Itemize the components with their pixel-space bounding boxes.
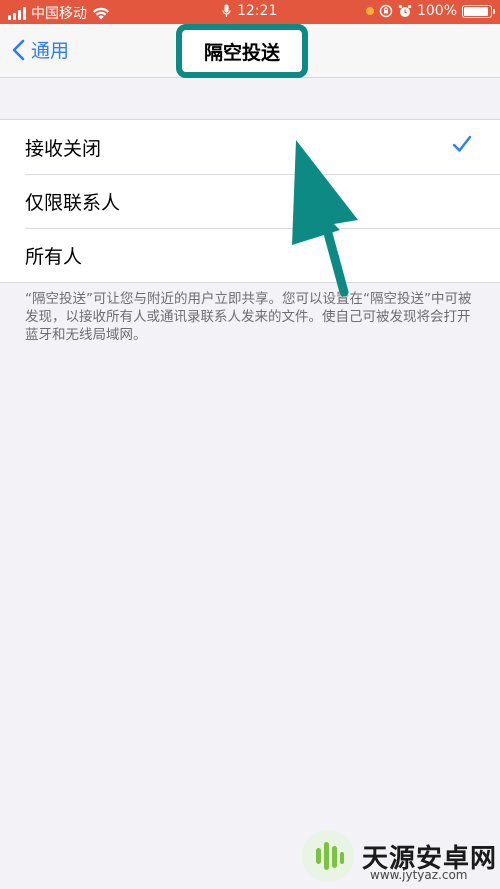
back-label: 通用 (31, 40, 70, 62)
watermark-logo-icon (302, 830, 354, 882)
wifi-icon (92, 7, 110, 19)
battery-percent: 100% (416, 3, 457, 19)
checkmark-icon (452, 135, 472, 152)
status-bar: 中国移动 12:21 100% (0, 0, 500, 24)
watermark-url: www.jytyaz.com (370, 868, 468, 882)
option-receiving-off[interactable]: 接收关闭 (0, 120, 500, 174)
watermark: 天源安卓网 www.jytyaz.com (300, 828, 497, 884)
option-contacts-only[interactable]: 仅限联系人 (0, 174, 500, 228)
carrier-label: 中国移动 (31, 6, 87, 22)
page-title: 隔空投送 (176, 24, 308, 78)
option-label: 接收关闭 (25, 137, 102, 160)
lock-rotation-icon (379, 4, 393, 18)
mic-icon (222, 4, 231, 17)
airdrop-options-list: 接收关闭 仅限联系人 所有人 (0, 119, 500, 283)
clock: 12:21 (237, 3, 278, 19)
airdrop-description: “隔空投送”可让您与附近的用户立即共享。您可以设置在“隔空投送”中可被发现，以接… (25, 291, 472, 343)
privacy-indicator-icon (365, 7, 374, 15)
annotation-arrow (292, 140, 358, 297)
signal-icon (8, 6, 26, 20)
status-left: 中国移动 (8, 3, 110, 23)
chevron-left-icon (12, 39, 25, 60)
back-button[interactable]: 通用 (12, 36, 69, 63)
page-title-text: 隔空投送 (203, 41, 280, 64)
option-everyone[interactable]: 所有人 (0, 228, 500, 282)
status-right: 100% (365, 3, 495, 19)
option-label: 所有人 (25, 245, 83, 268)
navigation-bar: 通用 隔空投送 (0, 24, 500, 78)
battery-icon (462, 4, 495, 18)
alarm-icon (398, 4, 412, 17)
option-label: 仅限联系人 (25, 191, 121, 214)
status-center: 12:21 (222, 3, 277, 19)
